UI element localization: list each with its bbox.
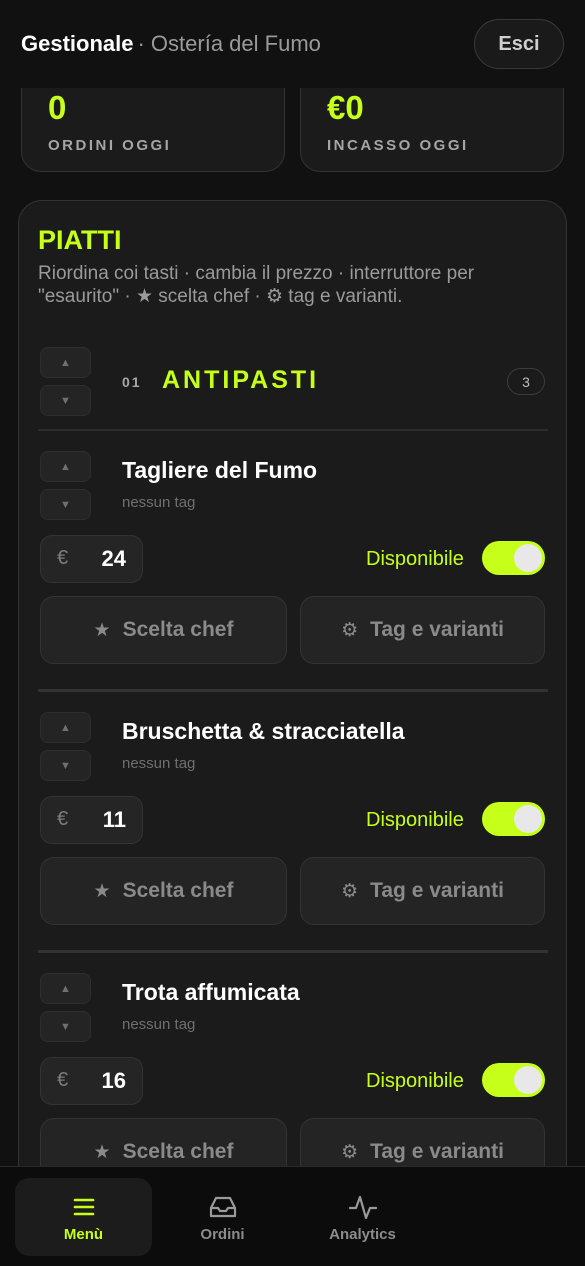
category-number: 01	[122, 374, 142, 390]
dish-item: ▲ ▼ Bruschetta & stracciatella nessun ta…	[19, 712, 568, 952]
bottom-nav: Menù Ordini Analytics	[0, 1166, 585, 1266]
dish-tags: nessun tag	[122, 494, 196, 511]
star-icon: ★	[93, 619, 111, 641]
category-move-up-button[interactable]: ▲	[40, 347, 91, 378]
dish-move-up-button[interactable]: ▲	[40, 451, 91, 482]
toggle-knob	[514, 544, 542, 572]
panel-title: PIATTI	[38, 225, 122, 255]
stat-orders-value: 0	[48, 89, 67, 126]
availability-toggle[interactable]	[482, 1063, 545, 1097]
chef-choice-label: Scelta chef	[122, 1140, 234, 1163]
price-value: 11	[102, 807, 126, 832]
chef-choice-label: Scelta chef	[122, 879, 234, 902]
currency-symbol: €	[57, 1069, 69, 1091]
nav-label: Analytics	[329, 1226, 396, 1243]
chef-choice-button[interactable]: ★ Scelta chef	[40, 596, 287, 664]
app-header: Gestionale · Ostería del Fumo Esci	[0, 0, 585, 88]
nav-item-menu[interactable]: Menù	[15, 1178, 152, 1256]
dishes-panel: PIATTI Riordina coi tasti · cambia il pr…	[18, 200, 567, 1266]
toggle-knob	[514, 805, 542, 833]
dish-move-down-button[interactable]: ▼	[40, 1011, 91, 1042]
stat-revenue-value: €0	[327, 89, 364, 126]
dish-move-down-button[interactable]: ▼	[40, 489, 91, 520]
inbox-icon	[209, 1196, 236, 1218]
menu-icon	[73, 1198, 94, 1216]
star-icon: ★	[93, 880, 111, 902]
star-icon: ★	[93, 1141, 111, 1163]
price-value: 16	[101, 1068, 126, 1093]
dish-divider	[38, 950, 548, 953]
chef-choice-label: Scelta chef	[122, 618, 234, 641]
price-input[interactable]: € 24	[40, 535, 143, 583]
gear-icon: ⚙	[341, 1141, 359, 1163]
dish-reorder: ▲ ▼	[40, 451, 92, 527]
dish-name: Bruschetta & stracciatella	[122, 718, 405, 744]
category-reorder: ▲ ▼	[40, 347, 92, 423]
logout-button[interactable]: Esci	[474, 19, 564, 69]
nav-label: Ordini	[200, 1226, 245, 1243]
app-title: Gestionale	[21, 31, 134, 56]
availability-toggle[interactable]	[482, 541, 545, 575]
availability-label: Disponibile	[366, 548, 464, 570]
stat-revenue-label: INCASSO OGGI	[327, 137, 469, 154]
dish-name: Tagliere del Fumo	[122, 457, 318, 483]
dish-move-up-button[interactable]: ▲	[40, 712, 91, 743]
dish-tags: nessun tag	[122, 755, 196, 772]
dish-reorder: ▲ ▼	[40, 712, 92, 788]
nav-item-orders[interactable]: Ordini	[154, 1178, 291, 1256]
category-count-badge: 3	[507, 368, 545, 395]
tags-variants-button[interactable]: ⚙ Tag e varianti	[300, 857, 545, 925]
availability-label: Disponibile	[366, 809, 464, 831]
tags-variants-label: Tag e varianti	[370, 618, 504, 641]
price-input[interactable]: € 16	[40, 1057, 143, 1105]
tags-variants-button[interactable]: ⚙ Tag e varianti	[300, 596, 545, 664]
toggle-knob	[514, 1066, 542, 1094]
dish-name: Trota affumicata	[122, 979, 300, 1005]
currency-symbol: €	[57, 808, 69, 830]
dish-divider	[38, 689, 548, 692]
category-move-down-button[interactable]: ▼	[40, 385, 91, 416]
dish-move-up-button[interactable]: ▲	[40, 973, 91, 1004]
price-input[interactable]: € 11	[40, 796, 143, 844]
availability-toggle[interactable]	[482, 802, 545, 836]
availability-label: Disponibile	[366, 1070, 464, 1092]
tags-variants-label: Tag e varianti	[370, 879, 504, 902]
dish-move-down-button[interactable]: ▼	[40, 750, 91, 781]
app-root: 0 ORDINI OGGI €0 INCASSO OGGI Gestionale…	[0, 0, 585, 1266]
category-divider	[38, 429, 548, 431]
tags-variants-label: Tag e varianti	[370, 1140, 504, 1163]
dish-item: ▲ ▼ Tagliere del Fumo nessun tag € 24 Di…	[19, 451, 568, 691]
gear-icon: ⚙	[341, 880, 359, 902]
dish-tags: nessun tag	[122, 1016, 196, 1033]
chef-choice-button[interactable]: ★ Scelta chef	[40, 857, 287, 925]
restaurant-name: · Ostería del Fumo	[137, 31, 321, 56]
activity-icon	[348, 1195, 377, 1220]
gear-icon: ⚙	[341, 619, 359, 641]
category-name: ANTIPASTI	[162, 366, 320, 394]
nav-item-analytics[interactable]: Analytics	[294, 1178, 431, 1256]
nav-label: Menù	[63, 1226, 104, 1243]
price-value: 24	[101, 546, 126, 571]
panel-description: Riordina coi tasti · cambia il prezzo · …	[38, 263, 475, 307]
dish-reorder: ▲ ▼	[40, 973, 92, 1049]
currency-symbol: €	[57, 547, 69, 569]
stat-orders-label: ORDINI OGGI	[48, 137, 172, 154]
